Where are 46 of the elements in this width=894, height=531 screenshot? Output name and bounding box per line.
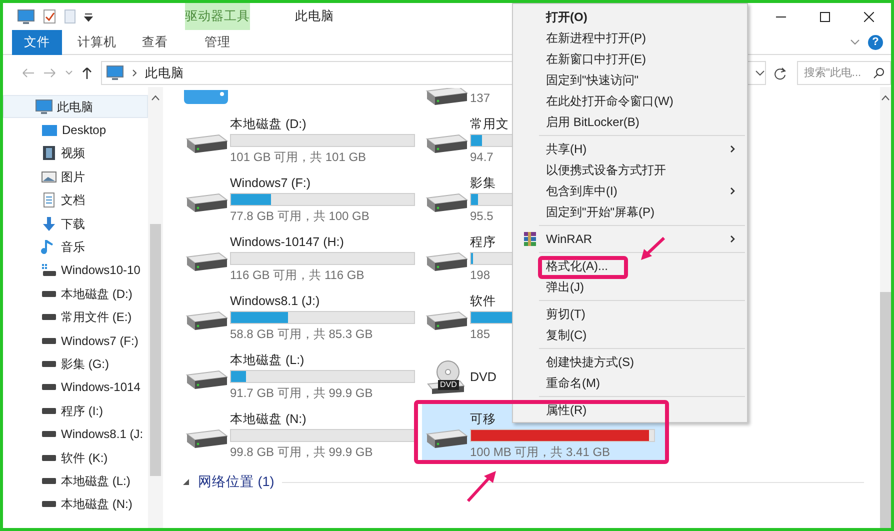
drive-name: 可移 (470, 411, 496, 427)
drive-name: 本地磁盘 (N:) (230, 411, 306, 427)
drive-usage: 116 GB 可用，共 116 GB (230, 267, 364, 283)
sidebar-label: 文档 (61, 192, 85, 210)
drive-usage: 91.7 GB 可用，共 99.9 GB (230, 385, 373, 401)
drive-name: 本地磁盘 (L:) (230, 352, 304, 368)
address-path: 此电脑 (145, 64, 184, 82)
drive-name: Windows8.1 (J:) (230, 293, 320, 309)
drive-usage: 185 (470, 326, 490, 342)
sidebar-label: 下载 (61, 216, 85, 233)
window-title: 此电脑 (295, 8, 334, 25)
drive-usage: 95.5 (470, 208, 494, 224)
drive-name: Windows-10147 (H:) (230, 234, 344, 250)
sidebar-label: 程序 (I:) (61, 402, 103, 420)
sidebar-label: 影集 (G:) (61, 356, 109, 373)
drive-usage: 58.8 GB 可用，共 85.3 GB (230, 326, 373, 342)
sidebar-label: 本地磁盘 (L:) (61, 472, 130, 490)
drive-name: 常用文 (470, 116, 509, 132)
drive-usage: 77.8 GB 可用，共 100 GB (230, 208, 370, 224)
contextual-tab-header: 驱动器工具 (185, 3, 250, 30)
sidebar-label: 本地磁盘 (N:) (61, 496, 132, 514)
sidebar-label: Windows8.1 (J: (61, 426, 144, 444)
sidebar-label: Desktop (62, 122, 106, 140)
drive-usage: 94.7 (470, 149, 494, 165)
sidebar-label: 视频 (61, 145, 85, 162)
drive-name: DVD (470, 368, 496, 384)
sidebar-label: 图片 (61, 168, 85, 186)
sidebar-label: 常用文件 (E:) (61, 309, 132, 326)
drive-usage: 137 (470, 90, 490, 106)
sidebar-label: 软件 (K:) (61, 450, 108, 467)
drive-usage: 101 GB 可用，共 101 GB (230, 149, 366, 165)
sidebar-label: 此电脑 (57, 98, 93, 116)
dvd-label: DVD (438, 380, 459, 390)
sidebar-label: Windows-1014 (61, 379, 140, 396)
drive-name: 软件 (470, 293, 496, 309)
drive-usage: 198 (470, 267, 490, 283)
drive-name: 本地磁盘 (D:) (230, 116, 306, 132)
sidebar-label: 音乐 (61, 239, 85, 256)
drive-usage: 99.8 GB 可用，共 99.9 GB (230, 444, 373, 460)
sidebar-label: 本地磁盘 (D:) (61, 286, 132, 303)
drive-name: Windows7 (F:) (230, 175, 311, 191)
drive-name: 程序 (470, 234, 496, 250)
drive-usage: 100 MB 可用，共 3.41 GB (470, 444, 610, 460)
sidebar-label: Windows7 (F:) (61, 332, 138, 350)
sidebar-label: Windows10-10 (61, 262, 140, 280)
drive-name: 影集 (470, 175, 496, 191)
